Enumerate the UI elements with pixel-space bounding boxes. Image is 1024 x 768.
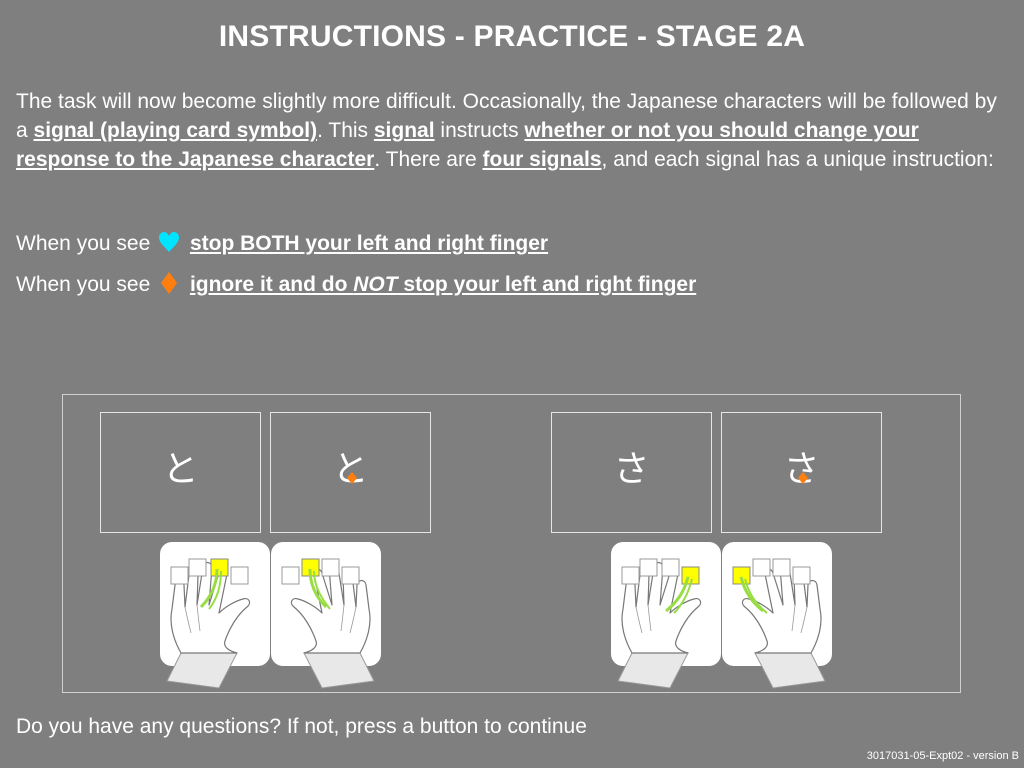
page-title: INSTRUCTIONS - PRACTICE - STAGE 2A [218, 20, 806, 53]
intro-bold-2: signal [373, 119, 435, 142]
stimulus-panel: さ [721, 412, 882, 533]
instruction-heart: When you see stop BOTH your left and rig… [16, 230, 548, 258]
instruction-diamond-text-b: stop your left and right finger [397, 273, 697, 296]
version-label: 3017031-05-Expt02 - version B [866, 750, 1019, 762]
japanese-character: さ [783, 449, 820, 490]
instruction-diamond-text: ignore it and do NOT stop your left and … [190, 273, 696, 296]
right-hand-icon [721, 541, 833, 689]
japanese-character: さ [613, 449, 650, 490]
left-hand-icon [610, 541, 722, 689]
stimulus-panel: と [100, 412, 261, 533]
intro-text-2: . This [317, 119, 374, 142]
intro-bold-1: signal (playing card symbol) [33, 119, 318, 142]
diamond-icon [797, 472, 808, 484]
japanese-character: と [162, 449, 199, 490]
intro-text-3: instructs [434, 119, 525, 142]
right-hand-icon [270, 541, 382, 689]
intro-bold-4: four signals [482, 148, 602, 171]
continue-prompt: Do you have any questions? If not, press… [16, 715, 587, 738]
stimulus-panel: さ [551, 412, 712, 533]
instruction-heart-text: stop BOTH your left and right finger [189, 232, 549, 255]
heart-icon [159, 232, 180, 252]
intro-text-5: , and each signal has a unique instructi… [601, 148, 994, 171]
instruction-diamond-text-a: ignore it and do [189, 273, 354, 296]
instruction-prefix: When you see [16, 273, 151, 296]
stimulus-panel: と [270, 412, 431, 533]
diamond-icon [346, 472, 357, 484]
instruction-diamond-emphasis: NOT [353, 273, 398, 296]
instruction-prefix: When you see [16, 232, 151, 255]
japanese-character: と [332, 449, 369, 490]
intro-paragraph: The task will now become slightly more d… [16, 87, 1006, 174]
left-hand-icon [159, 541, 271, 689]
diamond-icon [161, 272, 178, 294]
intro-text-4: . There are [374, 148, 483, 171]
instruction-diamond: When you see ignore it and do NOT stop y… [16, 271, 696, 299]
